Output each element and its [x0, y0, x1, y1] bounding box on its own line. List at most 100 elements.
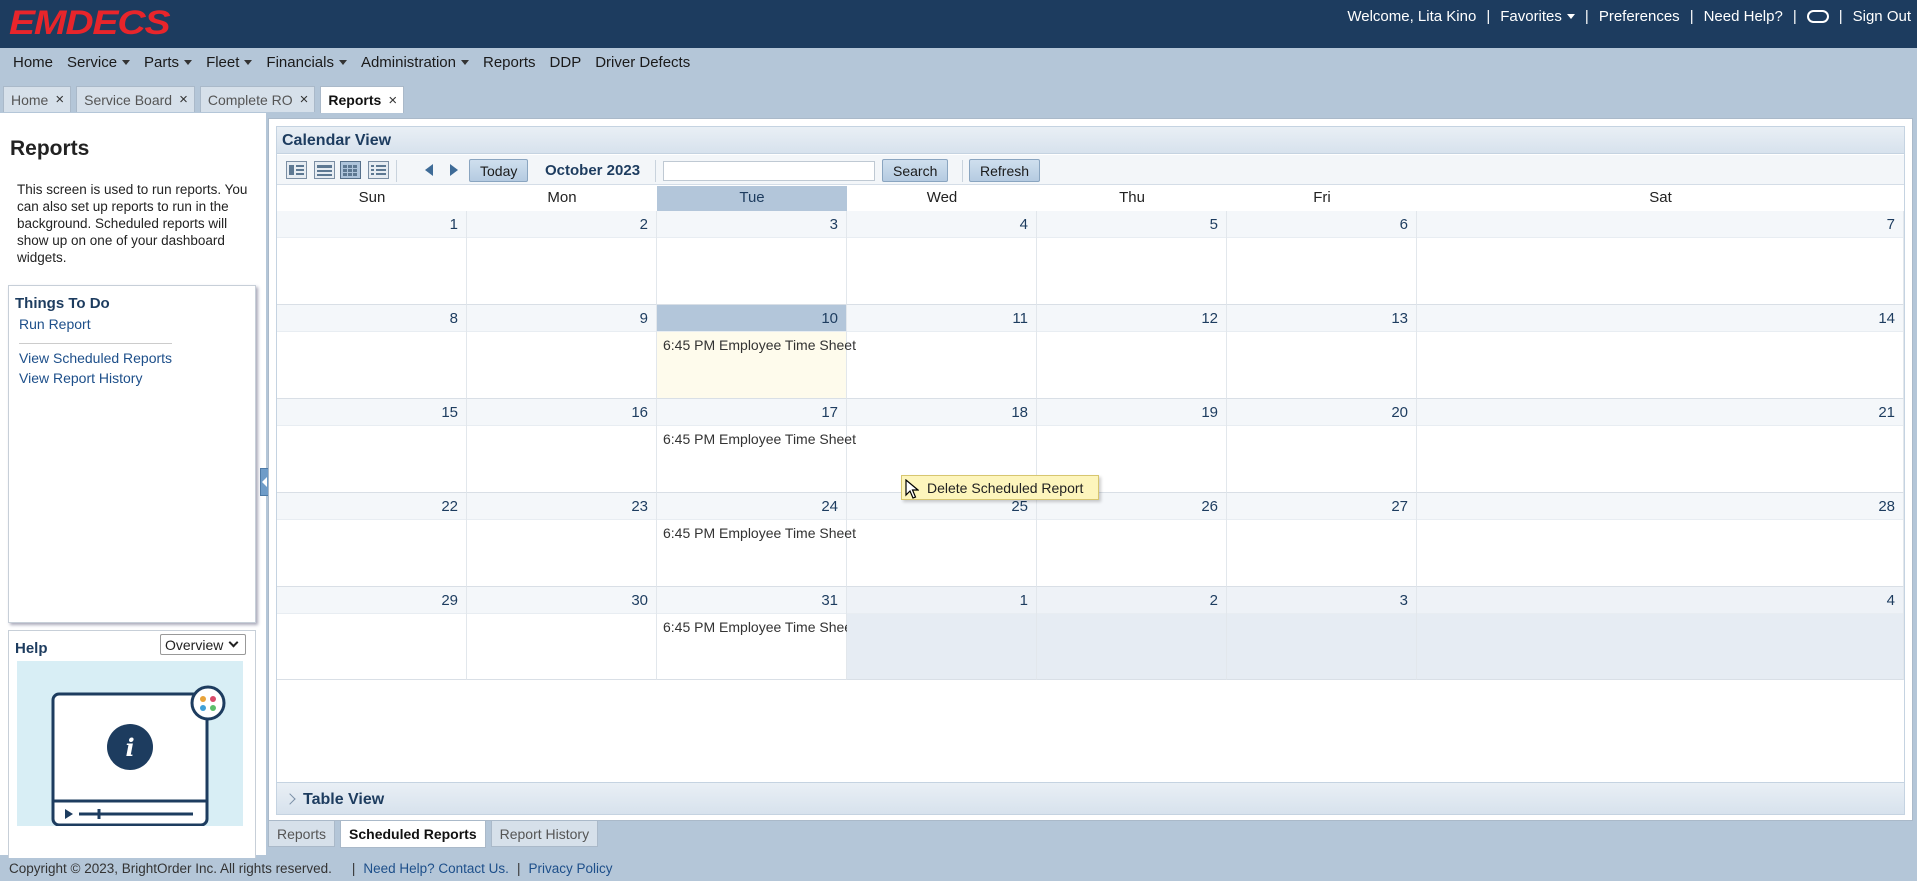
calendar-day-cell[interactable]: 3 — [657, 211, 847, 305]
day-number[interactable]: 7 — [1417, 211, 1903, 238]
calendar-day-cell[interactable]: 1 — [277, 211, 467, 305]
calendar-day-cell[interactable]: 13 — [1227, 305, 1417, 399]
day-number[interactable]: 31 — [657, 587, 846, 614]
calendar-day-cell[interactable]: 2 — [467, 211, 657, 305]
day-number[interactable]: 30 — [467, 587, 656, 614]
day-number[interactable]: 20 — [1227, 399, 1416, 426]
day-number[interactable]: 15 — [277, 399, 466, 426]
today-button[interactable]: Today — [469, 159, 529, 182]
calendar-day-cell[interactable]: 1 — [847, 587, 1037, 680]
day-number[interactable]: 13 — [1227, 305, 1416, 332]
day-number[interactable]: 4 — [1417, 587, 1903, 614]
menu-item-home[interactable]: Home — [6, 54, 60, 71]
month-view-icon[interactable] — [340, 161, 361, 179]
day-number[interactable]: 5 — [1037, 211, 1226, 238]
calendar-day-cell[interactable]: 20 — [1227, 399, 1417, 493]
calendar-day-cell[interactable]: 5 — [1037, 211, 1227, 305]
day-number[interactable]: 16 — [467, 399, 656, 426]
menu-item-financials[interactable]: Financials — [259, 54, 354, 71]
day-number[interactable]: 27 — [1227, 493, 1416, 520]
calendar-day-cell[interactable]: 7 — [1417, 211, 1904, 305]
close-icon[interactable]: × — [300, 91, 309, 108]
close-icon[interactable]: × — [388, 92, 397, 109]
day-number[interactable]: 28 — [1417, 493, 1903, 520]
calendar-day-cell[interactable]: 14 — [1417, 305, 1904, 399]
list-view-icon[interactable] — [368, 161, 389, 179]
calendar-day-cell[interactable]: 29 — [277, 587, 467, 680]
calendar-day-cell[interactable]: 24 6:45 PM Employee Time Sheet — [657, 493, 856, 587]
next-month-icon[interactable] — [450, 164, 458, 176]
week-view-icon[interactable] — [314, 161, 335, 179]
calendar-search-input[interactable] — [663, 161, 875, 181]
calendar-day-cell[interactable]: 9 — [467, 305, 657, 399]
need-help-link[interactable]: Need Help? — [1694, 8, 1793, 25]
day-number[interactable]: 4 — [847, 211, 1036, 238]
calendar-day-cell[interactable]: 12 — [1037, 305, 1227, 399]
tab-home[interactable]: Home × — [3, 86, 72, 112]
day-number[interactable]: 21 — [1417, 399, 1903, 426]
calendar-day-cell[interactable]: 4 — [1417, 587, 1904, 680]
bottom-tab-reports[interactable]: Reports — [268, 821, 336, 847]
menu-item-ddp[interactable]: DDP — [543, 54, 589, 71]
day-number[interactable]: 24 — [657, 493, 846, 520]
help-topic-select[interactable]: Overview — [160, 634, 246, 655]
day-view-icon[interactable] — [286, 161, 307, 179]
day-number[interactable]: 22 — [277, 493, 466, 520]
bottom-tab-report-history[interactable]: Report History — [490, 821, 599, 847]
favorites-menu[interactable]: Favorites — [1490, 8, 1585, 25]
view-report-history-link[interactable]: View Report History — [19, 370, 142, 386]
menu-item-administration[interactable]: Administration — [354, 54, 476, 71]
refresh-button[interactable]: Refresh — [969, 159, 1041, 182]
view-scheduled-reports-link[interactable]: View Scheduled Reports — [19, 350, 172, 366]
privacy-policy-link[interactable]: Privacy Policy — [528, 861, 612, 881]
calendar-day-cell[interactable]: 2 — [1037, 587, 1227, 680]
preferences-link[interactable]: Preferences — [1589, 8, 1690, 25]
calendar-day-cell[interactable]: 3 — [1227, 587, 1417, 680]
calendar-day-cell[interactable]: 22 — [277, 493, 467, 587]
close-icon[interactable]: × — [55, 91, 64, 108]
calendar-day-cell[interactable]: 17 6:45 PM Employee Time Sheet — [657, 399, 856, 493]
day-number[interactable]: 18 — [847, 399, 1036, 426]
calendar-day-cell[interactable]: 4 — [847, 211, 1037, 305]
emdecs-logo[interactable]: EMDECS — [9, 4, 171, 43]
day-number[interactable]: 1 — [847, 587, 1036, 614]
bottom-tab-scheduled-reports[interactable]: Scheduled Reports — [340, 821, 486, 848]
help-video-thumbnail[interactable]: i — [17, 661, 243, 827]
calendar-day-cell[interactable]: 23 — [467, 493, 657, 587]
day-number[interactable]: 23 — [467, 493, 656, 520]
calendar-day-cell[interactable]: 8 — [277, 305, 467, 399]
tab-service-board[interactable]: Service Board × — [76, 86, 195, 112]
calendar-day-cell[interactable]: 16 — [467, 399, 657, 493]
calendar-day-cell[interactable]: 11 — [847, 305, 1037, 399]
day-number[interactable]: 17 — [657, 399, 846, 426]
day-number[interactable]: 6 — [1227, 211, 1416, 238]
calendar-day-cell[interactable]: 6 — [1227, 211, 1417, 305]
calendar-day-cell[interactable]: 26 — [1037, 493, 1227, 587]
search-button[interactable]: Search — [882, 159, 949, 182]
scheduled-report-event[interactable]: 6:45 PM Employee Time Sheet — [663, 619, 856, 635]
day-number[interactable]: 29 — [277, 587, 466, 614]
menu-item-reports[interactable]: Reports — [476, 54, 543, 71]
day-number[interactable]: 10 — [657, 305, 846, 332]
day-number[interactable]: 2 — [467, 211, 656, 238]
scheduled-report-event[interactable]: 6:45 PM Employee Time Sheet — [663, 337, 856, 353]
contact-us-link[interactable]: Need Help? Contact Us. — [363, 861, 509, 881]
calendar-day-cell[interactable]: 10 6:45 PM Employee Time Sheet — [657, 305, 856, 399]
menu-item-fleet[interactable]: Fleet — [199, 54, 259, 71]
calendar-day-cell[interactable]: 30 — [467, 587, 657, 680]
status-button[interactable] — [1797, 8, 1839, 25]
run-report-link[interactable]: Run Report — [19, 316, 91, 332]
day-number[interactable]: 12 — [1037, 305, 1226, 332]
menu-item-parts[interactable]: Parts — [137, 54, 199, 71]
calendar-day-cell[interactable]: 25 — [847, 493, 1037, 587]
day-number[interactable]: 19 — [1037, 399, 1226, 426]
menu-item-driver-defects[interactable]: Driver Defects — [588, 54, 697, 71]
day-number[interactable]: 1 — [277, 211, 466, 238]
day-number[interactable]: 11 — [847, 305, 1036, 332]
scheduled-report-event[interactable]: 6:45 PM Employee Time Sheet — [663, 431, 856, 447]
calendar-day-cell[interactable]: 28 — [1417, 493, 1904, 587]
close-icon[interactable]: × — [179, 91, 188, 108]
day-number[interactable]: 8 — [277, 305, 466, 332]
tab-reports[interactable]: Reports × — [320, 86, 405, 113]
calendar-day-cell[interactable]: 21 — [1417, 399, 1904, 493]
